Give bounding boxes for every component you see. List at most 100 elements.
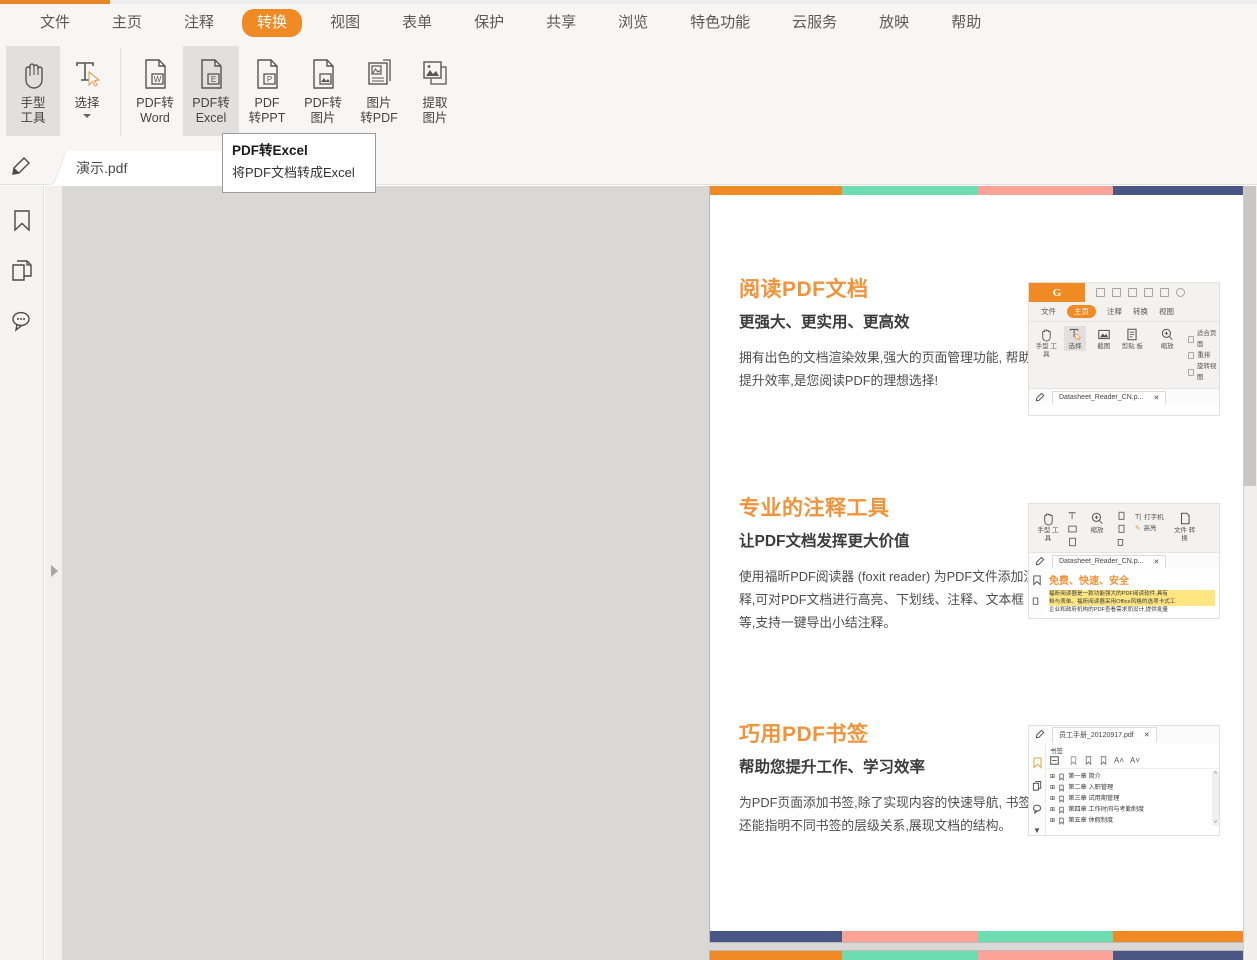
document-canvas[interactable]: 阅读PDF文档 更强大、更实用、更高效 拥有出色的文档渲染效果,强大的页面管理功… [63, 186, 1257, 960]
print-icon[interactable] [1128, 288, 1137, 297]
menu-item-convert[interactable]: 转换 [242, 9, 302, 37]
mini-zoom-tool[interactable]: 缩放 [1084, 510, 1110, 535]
close-icon[interactable]: ✕ [1153, 558, 1159, 566]
mini-hand-tool[interactable]: 手型 工具 [1035, 326, 1058, 359]
menu-item-cloud[interactable]: 云服务 [778, 9, 851, 37]
reflow-label[interactable]: 重排 [1197, 350, 1210, 361]
document-tab[interactable]: 演示.pdf [56, 151, 226, 185]
expand-icon[interactable]: ⊞ [1050, 782, 1055, 793]
select-tool-button[interactable]: 选择 [60, 46, 114, 136]
snapshot-icon[interactable] [1067, 524, 1078, 534]
menu-item-file[interactable]: 文件 [26, 9, 84, 37]
fit-page-label[interactable]: 适合页面 [1197, 328, 1219, 350]
scrollbar-thumb[interactable] [1244, 186, 1256, 486]
expand-icon[interactable]: ⊞ [1050, 804, 1055, 815]
highlight-label[interactable]: 高亮 [1143, 523, 1156, 534]
mini-hand-tool[interactable]: 手型 工具 [1035, 510, 1061, 543]
decrease-font-icon[interactable]: A˅ [1130, 756, 1140, 765]
menu-item-form[interactable]: 表单 [388, 9, 446, 37]
menu-item-view[interactable]: 视图 [316, 9, 374, 37]
mini-clipboard-tool[interactable]: 剪贴 板 [1121, 326, 1144, 351]
menu-item-comment[interactable]: 注释 [170, 9, 228, 37]
pages-icon[interactable] [1032, 780, 1043, 792]
mini-select-tool[interactable]: 选择 [1064, 326, 1087, 351]
pencil-icon[interactable] [1035, 729, 1046, 740]
open-icon[interactable] [1096, 288, 1105, 297]
close-icon[interactable]: ✕ [1153, 394, 1159, 402]
expand-icon[interactable]: ⊞ [1050, 793, 1055, 804]
mini-tab-convert[interactable]: 转换 [1133, 306, 1148, 317]
hand-tool-button[interactable]: 手型 工具 [6, 46, 60, 136]
pdf-to-excel-button[interactable]: E PDF转 Excel [183, 46, 239, 136]
image-to-pdf-button[interactable]: 图片 转PDF [351, 46, 407, 136]
copy-page-icon[interactable] [1116, 537, 1127, 547]
mini-file-convert-tool[interactable]: 文件 转换 [1172, 510, 1198, 543]
menu-item-protect[interactable]: 保护 [460, 9, 518, 37]
mini-zoom-tool[interactable]: 缩放 [1156, 326, 1179, 351]
chevron-down-icon[interactable]: ▼ [1033, 826, 1041, 835]
mini-document-tab[interactable]: 员工手册_20120917.pdf ✕ [1052, 727, 1157, 742]
menu-item-present[interactable]: 放映 [865, 9, 923, 37]
clipboard-icon[interactable] [1067, 537, 1078, 547]
bookmark-row[interactable]: ⊞ 第五章 休假制度 [1050, 815, 1212, 826]
sidebar-item-pages[interactable] [0, 246, 44, 296]
menu-item-share[interactable]: 共享 [532, 9, 590, 37]
undo-icon[interactable] [1176, 288, 1185, 297]
extract-image-button[interactable]: 提取 图片 [407, 46, 463, 136]
pdf-to-image-button[interactable]: PDF转 图片 [295, 46, 351, 136]
pages-icon[interactable] [1032, 595, 1042, 606]
chevron-right-icon[interactable] [49, 564, 59, 578]
pencil-icon[interactable] [1035, 556, 1046, 567]
sidebar-item-bookmarks[interactable] [0, 196, 44, 246]
canvas-vertical-scrollbar[interactable] [1243, 186, 1257, 960]
menu-item-help[interactable]: 帮助 [937, 9, 995, 37]
menu-item-features[interactable]: 特色功能 [676, 9, 764, 37]
doc-ppt-icon: P [252, 54, 282, 94]
email-icon[interactable] [1144, 288, 1153, 297]
chevron-down-icon[interactable] [83, 114, 91, 118]
pdf-to-ppt-button[interactable]: P PDF 转PPT [239, 46, 295, 136]
tooltip-title: PDF转Excel [232, 141, 366, 161]
pencil-icon[interactable] [10, 156, 34, 178]
svg-text:W: W [154, 75, 162, 84]
bookmark-row[interactable]: ⊞ 第三章 试用期管理 [1050, 793, 1212, 804]
pencil-icon[interactable] [1035, 392, 1046, 403]
close-icon[interactable]: ✕ [1144, 731, 1150, 739]
expand-icon[interactable]: ⊞ [1050, 771, 1055, 782]
list-icon[interactable] [1050, 756, 1059, 765]
pdf-to-word-button[interactable]: W PDF转 Word [127, 46, 183, 136]
new-bookmark-icon[interactable] [1069, 756, 1078, 765]
mini-document-tab[interactable]: Datasheet_Reader_CN.p... ✕ [1052, 391, 1166, 404]
mini-tab-file[interactable]: 文件 [1041, 306, 1056, 317]
expand-icon[interactable]: ⊞ [1050, 815, 1055, 826]
sidebar-item-comments[interactable] [0, 296, 44, 346]
mini-bookmark-title: 书签 [1046, 743, 1219, 756]
mini-tab-comment[interactable]: 注释 [1107, 306, 1122, 317]
section-1-heading: 阅读PDF文档 [739, 276, 1039, 304]
bookmark-row[interactable]: ⊞ 第四章 工作时间与考勤制度 [1050, 804, 1212, 815]
mini-tab-view[interactable]: 视图 [1159, 306, 1174, 317]
insert-page-icon[interactable] [1116, 511, 1127, 521]
text-select-icon[interactable] [1067, 511, 1078, 521]
bookmark-row[interactable]: ⊞ 第二章 入职管理 [1050, 782, 1212, 793]
typewriter-label[interactable]: 打字机 [1144, 512, 1164, 523]
mini-panel-scrollbar[interactable]: ˄ ˅ [1212, 771, 1219, 826]
bookmark-icon[interactable] [1032, 575, 1042, 586]
scroll-down-icon[interactable]: ˅ [1214, 820, 1218, 826]
extract-page-icon[interactable] [1116, 524, 1127, 534]
mini-document-tab[interactable]: Datasheet_Reader_CN.p... ✕ [1052, 555, 1166, 568]
increase-font-icon[interactable]: A˄ [1114, 756, 1124, 765]
delete-bookmark-icon[interactable] [1084, 756, 1093, 765]
edit-bookmark-icon[interactable] [1099, 756, 1108, 765]
mini-tab-home[interactable]: 主页 [1067, 305, 1096, 318]
menu-item-home[interactable]: 主页 [98, 9, 156, 37]
new-icon[interactable] [1160, 288, 1169, 297]
mini-snapshot-tool[interactable]: 截图 [1092, 326, 1115, 351]
rotate-view-label[interactable]: 旋转视图 [1197, 361, 1219, 383]
comment-icon[interactable] [1032, 803, 1043, 815]
bookmark-icon[interactable] [1032, 757, 1043, 769]
menu-item-browse[interactable]: 浏览 [604, 9, 662, 37]
save-icon[interactable] [1112, 288, 1121, 297]
scroll-up-icon[interactable]: ˄ [1214, 771, 1218, 777]
bookmark-row[interactable]: ⊞ 第一章 简介 [1050, 771, 1212, 782]
